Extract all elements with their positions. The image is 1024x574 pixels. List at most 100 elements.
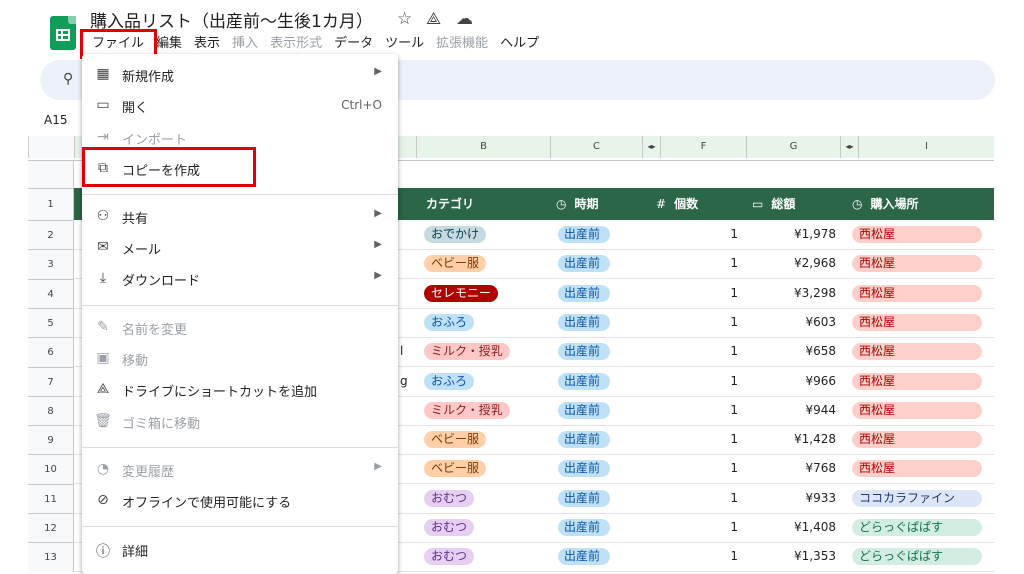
period-cell[interactable]: 出産前 [558,279,611,308]
store-cell[interactable]: 西松屋 [852,308,982,337]
category-cell[interactable]: ベビー服 [424,249,487,278]
cloud-icon[interactable]: ☁ [456,9,473,29]
category-cell[interactable]: おむつ [424,484,475,513]
category-cell[interactable]: セレモニー [424,279,499,308]
store-cell[interactable]: 西松屋 [852,279,982,308]
file-menu-item[interactable]: ▦ 新規作成 ▶ [82,61,398,89]
hidden-columns-arrows[interactable]: ◂▸ [840,136,858,158]
quantity-cell[interactable]: 1 [668,454,738,483]
category-cell[interactable]: おふろ [424,367,475,396]
store-cell[interactable]: 西松屋 [852,396,982,425]
total-cell[interactable]: ¥1,428 [758,425,836,454]
table-header-cell[interactable]: # 個数 [656,188,698,220]
row-header[interactable]: 5 [28,308,74,338]
period-cell[interactable]: 出産前 [558,542,611,571]
category-cell[interactable]: おむつ [424,513,475,542]
store-cell[interactable]: 西松屋 [852,425,982,454]
file-menu-item[interactable]: ▣ 移動 [82,345,398,373]
store-cell[interactable]: 西松屋 [852,337,982,366]
row-header[interactable]: 12 [28,513,74,543]
store-cell[interactable]: 西松屋 [852,367,982,396]
quantity-cell[interactable]: 1 [668,484,738,513]
store-cell[interactable]: どらっぐぱぱす [852,513,982,542]
total-cell[interactable]: ¥1,353 [758,542,836,571]
total-cell[interactable]: ¥658 [758,337,836,366]
store-cell[interactable]: 西松屋 [852,220,982,249]
star-icon[interactable]: ☆ [397,9,412,29]
quantity-cell[interactable]: 1 [668,337,738,366]
quantity-cell[interactable]: 1 [668,220,738,249]
row-header[interactable]: 1 [28,188,74,220]
menu-help[interactable]: ヘルプ [494,35,545,53]
category-cell[interactable]: ベビー服 [424,454,487,483]
period-cell[interactable]: 出産前 [558,425,611,454]
total-cell[interactable]: ¥3,298 [758,279,836,308]
menu-format[interactable]: 表示形式 [264,35,328,53]
category-cell[interactable]: おふろ [424,308,475,337]
file-menu-item[interactable]: ▭ 開く Ctrl+O [82,92,398,120]
total-cell[interactable]: ¥1,978 [758,220,836,249]
total-cell[interactable]: ¥603 [758,308,836,337]
quantity-cell[interactable]: 1 [668,279,738,308]
file-menu-item[interactable]: ⊘ オフラインで使用可能にする [82,487,398,515]
table-cell[interactable]: g [400,367,408,396]
period-cell[interactable]: 出産前 [558,396,611,425]
file-menu-item[interactable]: ✉ メール ▶ [82,234,398,262]
store-cell[interactable]: 西松屋 [852,249,982,278]
menu-insert[interactable]: 挿入 [226,35,264,53]
menu-view[interactable]: 表示 [188,35,226,53]
period-cell[interactable]: 出産前 [558,220,611,249]
period-cell[interactable]: 出産前 [558,367,611,396]
store-cell[interactable]: 西松屋 [852,454,982,483]
quantity-cell[interactable]: 1 [668,542,738,571]
file-menu-item[interactable]: 🗑 ゴミ箱に移動 [82,408,398,436]
menu-extensions[interactable]: 拡張機能 [430,35,494,53]
total-cell[interactable]: ¥1,408 [758,513,836,542]
category-cell[interactable]: おむつ [424,542,475,571]
drive-icon[interactable]: ⟁ [426,9,441,29]
category-cell[interactable]: ミルク・授乳 [424,396,510,425]
row-header[interactable]: 3 [28,249,74,279]
table-header-cell[interactable]: ◷ 時期 [556,188,599,220]
store-cell[interactable]: ココカラファイン [852,484,982,513]
row-header[interactable]: 7 [28,367,74,397]
total-cell[interactable]: ¥768 [758,454,836,483]
file-menu-item[interactable]: ⚇ 共有 ▶ [82,203,398,231]
row-header[interactable]: 10 [28,454,74,484]
menu-data[interactable]: データ [328,35,379,53]
file-menu-item[interactable]: ◔ 変更履歴 ▶ [82,456,398,484]
row-header[interactable]: 4 [28,279,74,309]
quantity-cell[interactable]: 1 [668,396,738,425]
row-header[interactable]: 8 [28,396,74,426]
category-cell[interactable]: ミルク・授乳 [424,337,510,366]
row-header[interactable] [28,160,74,188]
quantity-cell[interactable]: 1 [668,367,738,396]
sheets-logo-icon[interactable] [50,16,76,50]
file-menu-item[interactable]: ⤓ ダウンロード ▶ [82,265,398,293]
hidden-columns-arrows[interactable]: ◂▸ [642,136,660,158]
table-header-cell[interactable]: ◷ 購入場所 [852,188,919,220]
quantity-cell[interactable]: 1 [668,425,738,454]
total-cell[interactable]: ¥2,968 [758,249,836,278]
total-cell[interactable]: ¥944 [758,396,836,425]
row-header[interactable]: 13 [28,542,74,572]
search-icon[interactable]: ⚲ [63,71,73,87]
store-cell[interactable]: どらっぐぱぱす [852,542,982,571]
column-header-g[interactable]: G [746,136,840,158]
quantity-cell[interactable]: 1 [668,308,738,337]
column-header-i[interactable]: I [858,136,994,158]
total-cell[interactable]: ¥966 [758,367,836,396]
period-cell[interactable]: 出産前 [558,484,611,513]
name-box[interactable]: A15 [44,113,67,127]
file-menu-item[interactable]: ⟁ ドライブにショートカットを追加 [82,376,398,404]
category-cell[interactable]: おでかけ [424,220,487,249]
select-all-corner[interactable] [28,136,74,158]
period-cell[interactable]: 出産前 [558,308,611,337]
period-cell[interactable]: 出産前 [558,337,611,366]
period-cell[interactable]: 出産前 [558,454,611,483]
quantity-cell[interactable]: 1 [668,513,738,542]
row-header[interactable]: 6 [28,337,74,367]
table-cell[interactable]: l [400,337,403,366]
file-menu-item[interactable]: ⓘ 詳細 [82,536,398,564]
row-header[interactable]: 2 [28,220,74,250]
